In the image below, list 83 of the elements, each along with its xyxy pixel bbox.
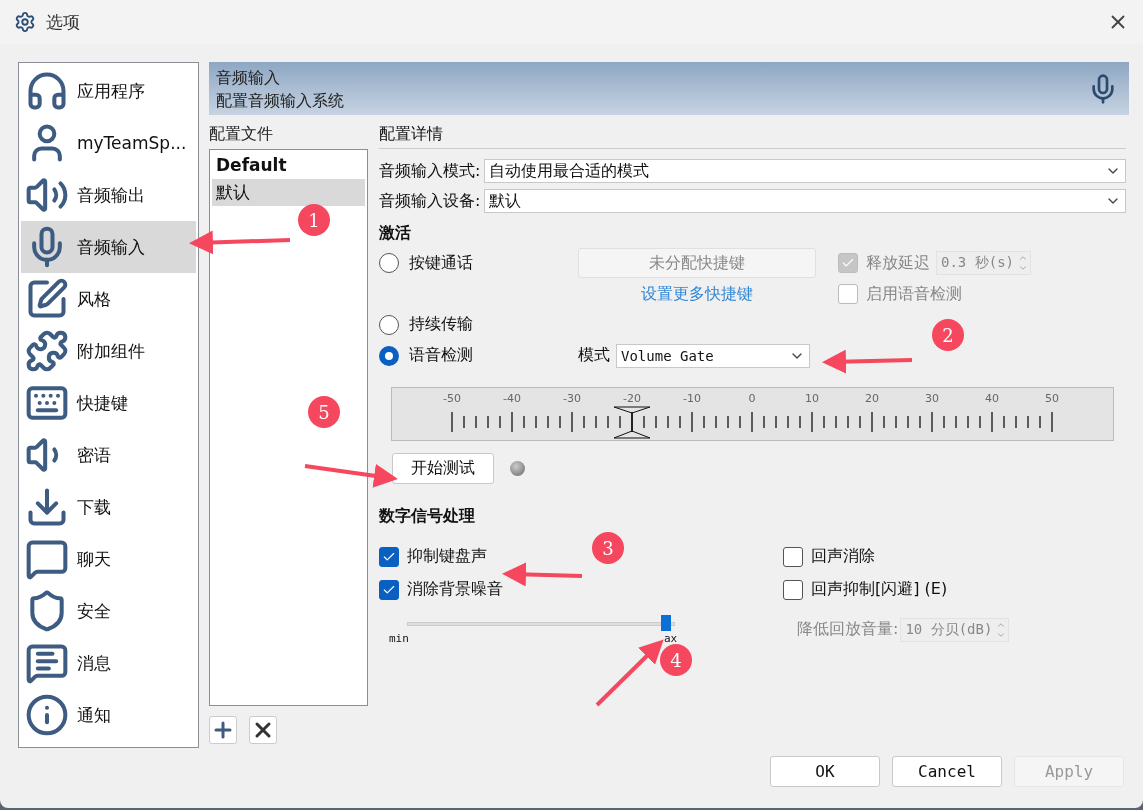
category-item[interactable]: 通知 — [21, 689, 196, 741]
add-button[interactable] — [209, 716, 237, 744]
category-label: 音频输入 — [77, 235, 145, 259]
dialog-button[interactable]: OK — [770, 756, 880, 787]
banner-subtitle: 配置音频输入系统 — [216, 89, 344, 112]
profile-item[interactable]: Default — [212, 152, 365, 179]
scale-label: 20 — [865, 392, 879, 405]
checkbox[interactable]: 回声消除 — [783, 546, 1126, 567]
scale-label: -30 — [563, 392, 581, 405]
category-item[interactable]: 下载 — [21, 481, 196, 533]
category-label: myTeamSp... — [77, 133, 187, 153]
annotation-number: 3 — [592, 532, 624, 564]
chat-bubble-icon — [25, 537, 69, 581]
scale-label: 0 — [748, 392, 756, 405]
field-label: 音频输入模式: — [379, 160, 481, 182]
annotation-arrow — [595, 639, 664, 707]
chevron-down-icon[interactable] — [1018, 263, 1028, 273]
category-label: 聊天 — [77, 547, 111, 571]
category-item[interactable]: 安全 — [21, 585, 196, 637]
checkbox[interactable]: 回声抑制[闪避] (E) — [783, 579, 1126, 600]
settings-icon — [14, 11, 36, 33]
slider-thumb[interactable] — [661, 615, 671, 631]
scale-label: -20 — [623, 392, 641, 405]
category-item[interactable]: 聊天 — [21, 533, 196, 585]
category-item[interactable]: 应用程序 — [21, 65, 196, 117]
category-label: 下载 — [77, 495, 111, 519]
scale-label: -50 — [443, 392, 461, 405]
section-heading: 数字信号处理 — [379, 506, 476, 527]
category-label: 消息 — [77, 651, 111, 675]
field-label: 音频输入设备: — [379, 190, 481, 212]
scale-label: 10 — [805, 392, 819, 405]
category-item[interactable]: 音频输出 — [21, 169, 196, 221]
category-item[interactable]: myTeamSp... — [21, 117, 196, 169]
annotation-number: 2 — [932, 319, 964, 351]
scale-label: 50 — [1045, 392, 1059, 405]
scale-label: -10 — [683, 392, 701, 405]
radio-button[interactable]: 语音检测 — [379, 345, 578, 366]
window-title: 选项 — [46, 10, 81, 34]
more-hotkeys-link[interactable]: 设置更多快捷键 — [641, 283, 753, 305]
radio-button[interactable]: 持续传输 — [379, 314, 578, 335]
section-heading: 激活 — [379, 223, 412, 244]
category-label: 通知 — [77, 703, 111, 727]
ducking-label: 降低回放音量: — [797, 619, 899, 640]
dropdown[interactable]: 默认 — [484, 189, 1126, 213]
pen-icon — [25, 277, 69, 321]
scale-label: 40 — [985, 392, 999, 405]
status-led-icon — [510, 461, 525, 476]
radio-button[interactable]: 按键通话 — [379, 252, 578, 274]
category-item[interactable]: 消息 — [21, 637, 196, 689]
category-label: 附加组件 — [77, 339, 145, 363]
message-bubble-icon — [25, 641, 69, 685]
delete-button[interactable] — [249, 716, 277, 744]
mode-dropdown[interactable]: Volume Gate — [616, 343, 810, 368]
scale-label: 30 — [925, 392, 939, 405]
scale-label: -40 — [503, 392, 521, 405]
mode-label: 模式 — [578, 345, 610, 366]
category-item[interactable]: 风格 — [21, 273, 196, 325]
category-item[interactable]: 附加组件 — [21, 325, 196, 377]
category-item[interactable]: 快捷键 — [21, 377, 196, 429]
category-label: 快捷键 — [77, 391, 128, 415]
info-icon — [25, 693, 69, 737]
category-label: 安全 — [77, 599, 111, 623]
check-icon — [841, 256, 855, 270]
gate-handle[interactable] — [613, 406, 651, 439]
category-item[interactable]: 音频输入 — [21, 221, 196, 273]
category-label: 音频输出 — [77, 183, 145, 207]
details-heading: 配置详情 — [379, 123, 1126, 149]
profile-item[interactable]: 默认 — [212, 179, 365, 206]
category-label: 密语 — [77, 443, 111, 467]
slider-max-label: ax — [663, 632, 678, 645]
banner-title: 音频输入 — [216, 66, 281, 89]
annotation-number: 4 — [660, 644, 692, 676]
slider-min-label: min — [389, 632, 409, 645]
category-label: 风格 — [77, 287, 111, 311]
category-item[interactable]: 密语 — [21, 429, 196, 481]
category-label: 应用程序 — [77, 79, 145, 103]
profiles-heading: 配置文件 — [209, 123, 274, 145]
puzzle-icon — [25, 329, 69, 373]
checkbox[interactable]: 消除背景噪音 — [379, 579, 783, 600]
start-test-button[interactable]: 开始测试 — [392, 453, 494, 484]
dialog-button[interactable]: Cancel — [892, 756, 1002, 787]
chevron-up-icon[interactable] — [1018, 253, 1028, 263]
dropdown[interactable]: 自动使用最合适的模式 — [484, 159, 1126, 183]
